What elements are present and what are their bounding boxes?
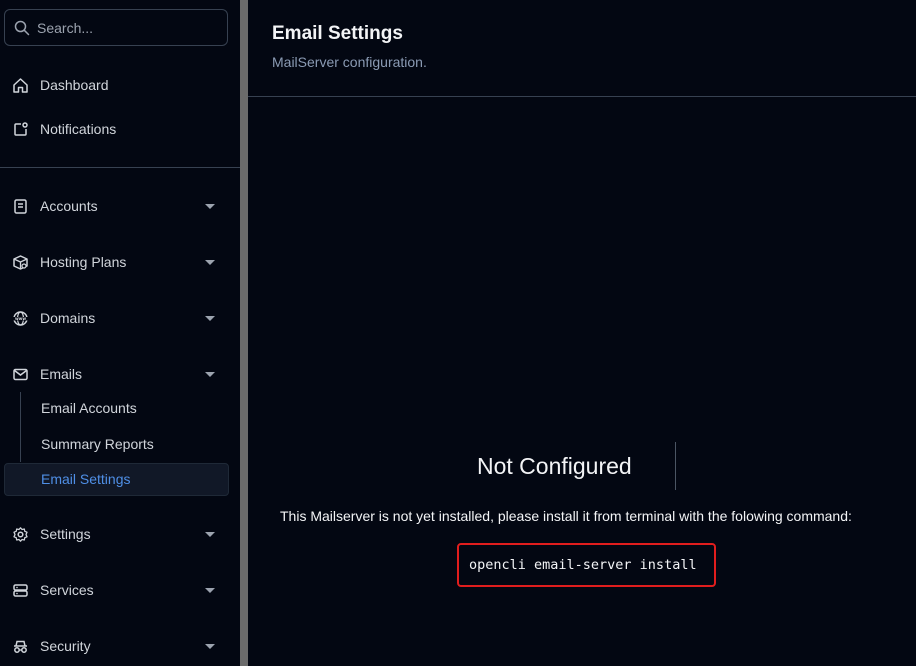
command-box: opencli email-server install xyxy=(457,543,716,587)
main-content: Email Settings MailServer configuration.… xyxy=(248,0,916,666)
mail-icon xyxy=(12,366,29,383)
gear-icon xyxy=(12,526,29,543)
sidebar-item-label: Hosting Plans xyxy=(40,254,127,270)
sidebar-item-label: Domains xyxy=(40,310,96,326)
spy-icon xyxy=(12,638,29,655)
sidebar-item-notifications[interactable]: Notifications xyxy=(4,112,229,146)
address-book-icon xyxy=(12,198,29,215)
globe-www-icon: www xyxy=(12,310,29,327)
sidebar-item-label: Settings xyxy=(40,526,91,542)
status-heading: Not Configured xyxy=(477,453,632,479)
install-command[interactable]: opencli email-server install xyxy=(469,557,697,573)
search-box[interactable] xyxy=(4,9,228,46)
sidebar-item-accounts[interactable]: Accounts xyxy=(4,189,229,223)
sidebar-item-domains[interactable]: www Domains xyxy=(4,301,229,335)
sidebar-subitem-email-settings[interactable]: Email Settings xyxy=(4,463,229,496)
sidebar-item-label: Emails xyxy=(40,366,83,382)
search-icon xyxy=(14,20,30,36)
chevron-down-icon xyxy=(205,532,215,537)
sidebar-item-emails[interactable]: Emails xyxy=(4,357,229,391)
chevron-down-icon xyxy=(205,260,215,265)
page-subtitle: MailServer configuration. xyxy=(272,54,427,70)
sidebar-item-label: Services xyxy=(40,582,94,598)
sidebar-item-security[interactable]: Security xyxy=(4,629,229,663)
server-icon xyxy=(12,582,29,599)
chevron-down-icon xyxy=(205,316,215,321)
chevron-down-icon xyxy=(205,644,215,649)
page-header: Email Settings MailServer configuration. xyxy=(248,0,916,97)
sidebar-item-label: Security xyxy=(40,638,91,654)
sidebar-item-hosting-plans[interactable]: Hosting Plans xyxy=(4,245,229,279)
sidebar-subitem-label: Email Accounts xyxy=(41,400,137,416)
sidebar-item-settings[interactable]: Settings xyxy=(4,517,229,551)
sidebar-subitem-email-accounts[interactable]: Email Accounts xyxy=(4,392,229,425)
svg-text:www: www xyxy=(15,316,26,321)
home-icon xyxy=(12,77,29,94)
install-message: This Mailserver is not yet installed, pl… xyxy=(280,508,852,524)
sidebar-subitem-label: Email Settings xyxy=(41,471,131,487)
search-input[interactable] xyxy=(37,10,223,45)
sidebar-item-label: Dashboard xyxy=(40,77,109,93)
sidebar-item-label: Notifications xyxy=(40,121,117,137)
sidebar: Dashboard Notifications Accounts Hosting… xyxy=(0,0,240,666)
status-divider xyxy=(675,442,676,490)
chevron-down-icon xyxy=(205,204,215,209)
sidebar-item-label: Accounts xyxy=(40,198,98,214)
notification-icon xyxy=(12,121,29,138)
chevron-down-icon xyxy=(205,588,215,593)
sidebar-item-services[interactable]: Services xyxy=(4,573,229,607)
sidebar-subitem-summary-reports[interactable]: Summary Reports xyxy=(4,428,229,461)
sidebar-divider xyxy=(0,167,240,168)
sidebar-item-dashboard[interactable]: Dashboard xyxy=(4,68,229,102)
chevron-down-icon xyxy=(205,372,215,377)
sidebar-subitem-label: Summary Reports xyxy=(41,436,154,452)
page-title: Email Settings xyxy=(272,23,403,44)
package-icon xyxy=(12,254,29,271)
sidebar-scrollbar[interactable] xyxy=(240,0,248,666)
